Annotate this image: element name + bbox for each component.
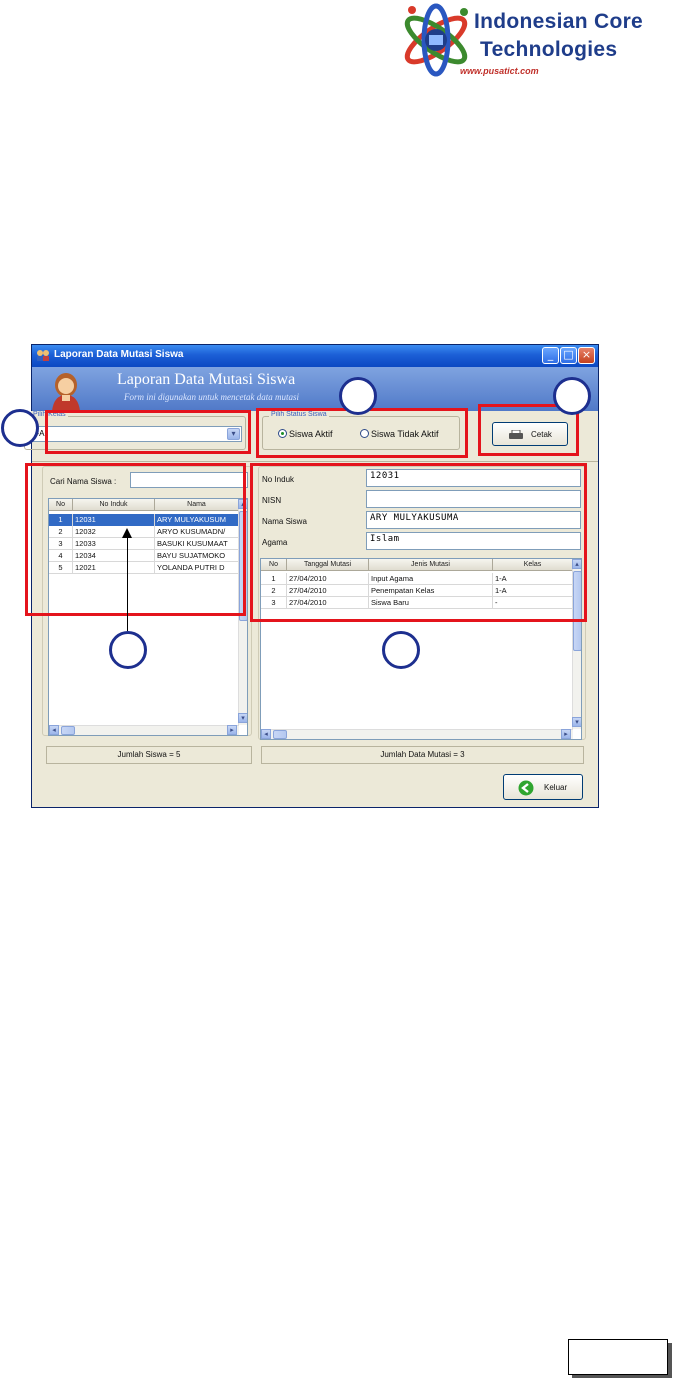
- keluar-button[interactable]: Keluar: [503, 774, 583, 800]
- logo-line-2: Technologies: [480, 38, 618, 61]
- siswa-horizontal-scrollbar[interactable]: ◂ ▸: [49, 725, 239, 735]
- annotation-box-siswa-list: [25, 463, 246, 616]
- annotation-arrow-line: [127, 535, 128, 631]
- annotation-badge-5: [382, 631, 420, 669]
- company-logo: Indonesian Core Technologies www.pusatic…: [398, 0, 673, 80]
- jumlah-siswa-status: Jumlah Siswa = 5: [46, 746, 252, 764]
- scroll-thumb[interactable]: [273, 730, 287, 739]
- users-icon: [37, 350, 49, 361]
- user-avatar-icon: [52, 373, 80, 411]
- divider: [32, 461, 598, 462]
- annotation-box-status: [256, 408, 468, 458]
- annotation-box-detail: [250, 463, 587, 622]
- scroll-right-icon[interactable]: ▸: [227, 725, 237, 735]
- maximize-button[interactable]: □: [560, 347, 577, 364]
- annotation-badge-4: [109, 631, 147, 669]
- scroll-down-icon[interactable]: ▾: [572, 717, 581, 727]
- header-subtitle: Form ini digunakan untuk mencetak data m…: [124, 392, 299, 402]
- mutasi-horizontal-scrollbar[interactable]: ◂ ▸: [261, 729, 573, 739]
- annotation-box-kelas: [45, 410, 251, 454]
- window-title: Laporan Data Mutasi Siswa: [54, 349, 184, 360]
- page-number-box: [568, 1339, 668, 1375]
- jumlah-mutasi-status: Jumlah Data Mutasi = 3: [261, 746, 584, 764]
- scroll-down-icon[interactable]: ▾: [238, 713, 247, 723]
- annotation-arrow-head: [122, 528, 132, 538]
- logo-url: www.pusatict.com: [460, 66, 539, 76]
- minimize-button[interactable]: _: [542, 347, 559, 364]
- keluar-label: Keluar: [544, 783, 568, 792]
- logo-line-1: Indonesian Core: [474, 10, 644, 33]
- scroll-right-icon[interactable]: ▸: [561, 729, 571, 739]
- annotation-badge-1: [1, 409, 39, 447]
- annotation-badge-3: [553, 377, 591, 415]
- annotation-badge-2: [339, 377, 377, 415]
- scroll-left-icon[interactable]: ◂: [261, 729, 271, 739]
- close-button[interactable]: ×: [578, 347, 595, 364]
- scroll-thumb[interactable]: [61, 726, 75, 735]
- header-title: Laporan Data Mutasi Siswa: [117, 371, 296, 388]
- title-bar[interactable]: Laporan Data Mutasi Siswa _ □ ×: [32, 345, 598, 367]
- back-arrow-icon: [518, 780, 534, 796]
- scroll-left-icon[interactable]: ◂: [49, 725, 59, 735]
